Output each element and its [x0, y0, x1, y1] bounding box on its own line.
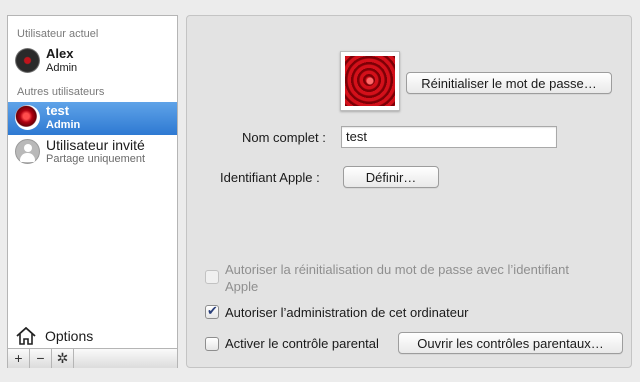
user-name: test	[46, 103, 70, 118]
open-parental-controls-button[interactable]: Ouvrir les contrôles parentaux…	[398, 332, 623, 354]
home-icon	[16, 327, 36, 345]
current-user-header: Utilisateur actuel	[17, 28, 99, 40]
user-row-test[interactable]: test Admin	[8, 102, 177, 135]
parental-controls-label: Activer le contrôle parental	[225, 336, 379, 351]
user-avatar-alex	[15, 48, 40, 73]
user-list-sidebar: Utilisateur actuel Alex Admin Autres uti…	[7, 15, 178, 368]
allow-reset-label: Autoriser la réinitialisation du mot de …	[225, 262, 569, 277]
user-name: Alex	[46, 46, 74, 61]
sidebar-toolbar: + − ✲	[8, 348, 177, 368]
user-role: Admin	[46, 119, 81, 131]
user-role: Admin	[46, 62, 78, 74]
user-name: Utilisateur invité	[46, 137, 145, 153]
full-name-label: Nom complet :	[242, 130, 326, 145]
apple-id-label: Identifiant Apple :	[220, 170, 320, 185]
user-role: Partage uniquement	[46, 153, 146, 165]
allow-reset-checkbox[interactable]	[205, 270, 219, 284]
gear-icon[interactable]: ✲	[52, 349, 74, 368]
other-users-header: Autres utilisateurs	[17, 86, 105, 98]
allow-admin-checkbox[interactable]	[205, 303, 219, 319]
user-row-alex[interactable]: Alex Admin	[8, 45, 177, 78]
user-photo-button[interactable]	[340, 51, 400, 111]
parental-controls-checkbox[interactable]	[205, 337, 219, 351]
user-details-panel: Réinitialiser le mot de passe… Nom compl…	[186, 15, 632, 368]
user-row-guest[interactable]: Utilisateur invité Partage uniquement	[8, 136, 177, 169]
options-label: Options	[45, 328, 94, 344]
rose-picture	[345, 56, 395, 106]
add-user-button[interactable]: +	[8, 349, 30, 368]
user-avatar-test	[15, 105, 40, 130]
remove-user-button[interactable]: −	[30, 349, 52, 368]
allow-admin-label: Autoriser l’administration de cet ordina…	[225, 305, 469, 320]
reset-password-button[interactable]: Réinitialiser le mot de passe…	[406, 72, 612, 94]
guest-user-icon	[15, 139, 40, 164]
define-apple-id-button[interactable]: Définir…	[343, 166, 439, 188]
full-name-field[interactable]: test	[341, 126, 557, 148]
login-options[interactable]: Options	[8, 325, 177, 348]
allow-reset-label-continued: Apple	[225, 279, 259, 294]
